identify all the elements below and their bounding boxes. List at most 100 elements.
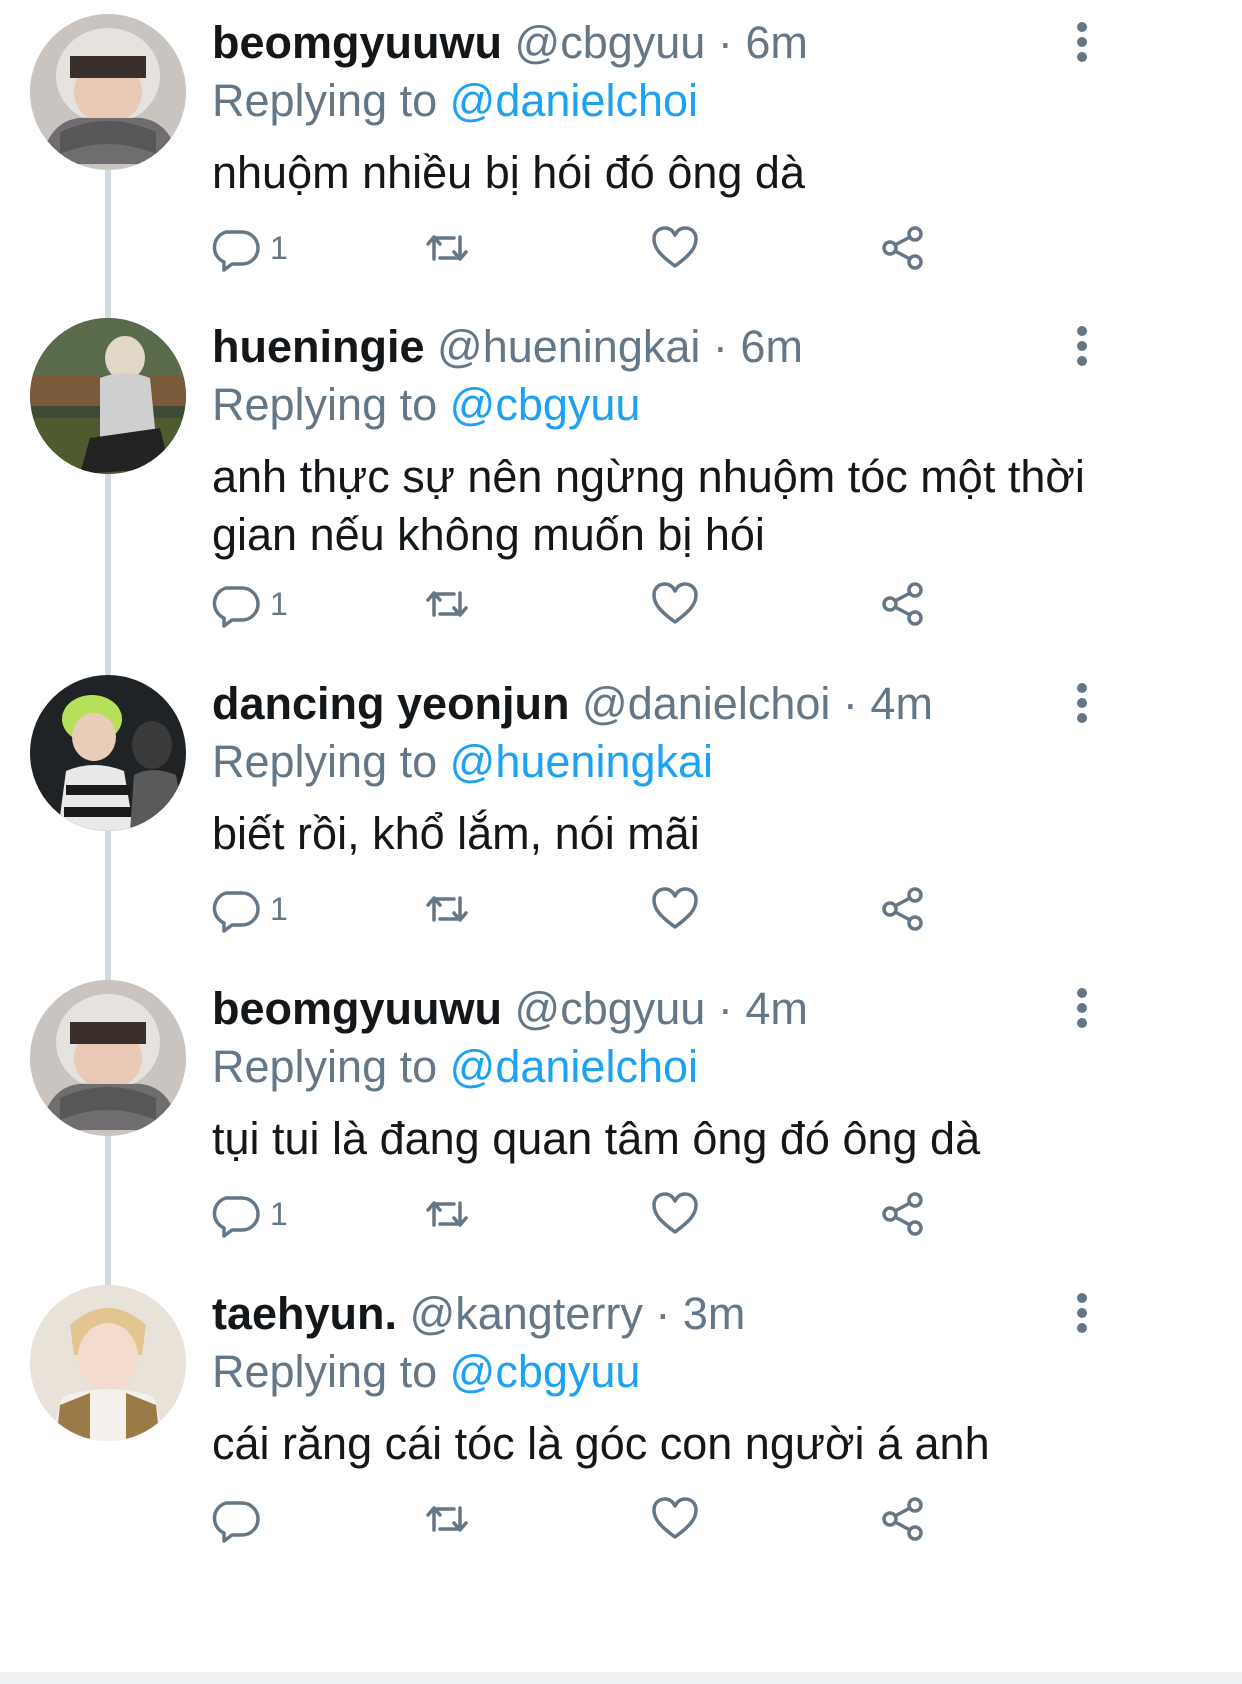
avatar[interactable] <box>30 318 186 474</box>
share-button[interactable] <box>878 879 928 939</box>
share-icon <box>882 1497 923 1541</box>
tweet-text: tụi tui là đang quan tâm ông đó ông dà <box>212 1113 981 1164</box>
timestamp[interactable]: 3m <box>683 1288 746 1339</box>
separator: · <box>842 678 858 729</box>
mention-link[interactable]: @danielchoi <box>450 1041 698 1092</box>
reply-button[interactable]: 1 <box>212 574 288 634</box>
tweet-header: hueningie @hueningkai · 6m <box>212 318 1142 376</box>
reply-button[interactable]: 1 <box>212 1184 288 1244</box>
more-options-button[interactable] <box>1072 1293 1092 1337</box>
thread-connector <box>105 465 111 677</box>
like-button[interactable] <box>650 574 700 634</box>
reply-button[interactable]: 1 <box>212 218 288 278</box>
retweet-button[interactable] <box>422 1184 472 1244</box>
timestamp[interactable]: 6m <box>745 17 808 68</box>
handle[interactable]: @danielchoi <box>582 678 830 729</box>
display-name[interactable]: beomgyuuwu <box>212 17 502 68</box>
replying-to: Replying to @danielchoi <box>212 72 1142 130</box>
retweet-button[interactable] <box>422 879 472 939</box>
share-button[interactable] <box>878 1489 928 1549</box>
retweet-icon <box>426 235 468 261</box>
replying-to: Replying to @cbgyuu <box>212 376 1142 434</box>
mention-link[interactable]: @danielchoi <box>450 75 698 126</box>
mention-link[interactable]: @cbgyuu <box>450 379 641 430</box>
retweet-icon <box>426 896 468 922</box>
like-button[interactable] <box>650 1489 700 1549</box>
reply-bubble-icon <box>212 586 260 628</box>
display-name[interactable]: taehyun. <box>212 1288 397 1339</box>
reply-bubble-icon <box>212 891 260 933</box>
more-options-button[interactable] <box>1072 22 1092 66</box>
reply-button[interactable] <box>212 1489 270 1549</box>
thread-connector <box>105 1127 111 1287</box>
share-icon <box>882 226 923 270</box>
more-vertical-icon <box>1072 683 1092 723</box>
bottom-divider <box>0 1672 1242 1684</box>
handle[interactable]: @cbgyuu <box>515 17 706 68</box>
avatar[interactable] <box>30 1285 186 1441</box>
beomgyu-avatar <box>30 980 186 1136</box>
more-vertical-icon <box>1072 1293 1092 1333</box>
replying-label: Replying to <box>212 1041 438 1092</box>
thread-connector <box>105 160 111 320</box>
avatar[interactable] <box>30 675 186 831</box>
replying-label: Replying to <box>212 75 438 126</box>
tweet-text: nhuộm nhiều bị hói đó ông dà <box>212 147 805 198</box>
handle[interactable]: @hueningkai <box>437 321 700 372</box>
retweet-button[interactable] <box>422 1489 472 1549</box>
separator: · <box>655 1288 671 1339</box>
handle[interactable]: @cbgyuu <box>515 983 706 1034</box>
more-vertical-icon <box>1072 326 1092 366</box>
replying-label: Replying to <box>212 1346 438 1397</box>
replying-label: Replying to <box>212 736 438 787</box>
more-options-button[interactable] <box>1072 988 1092 1032</box>
like-button[interactable] <box>650 879 700 939</box>
display-name[interactable]: dancing yeonjun <box>212 678 570 729</box>
tweet-header: beomgyuuwu @cbgyuu · 4m <box>212 980 1142 1038</box>
retweet-button[interactable] <box>422 218 472 278</box>
share-button[interactable] <box>878 574 928 634</box>
reply-bubble-icon <box>212 1196 260 1238</box>
like-button[interactable] <box>650 218 700 278</box>
reply-bubble-icon <box>212 1501 260 1543</box>
retweet-icon <box>426 591 468 617</box>
share-button[interactable] <box>878 1184 928 1244</box>
share-icon <box>882 582 923 626</box>
heart-icon <box>652 226 698 268</box>
share-button[interactable] <box>878 218 928 278</box>
display-name[interactable]: hueningie <box>212 321 425 372</box>
handle[interactable]: @kangterry <box>410 1288 643 1339</box>
display-name[interactable]: beomgyuuwu <box>212 983 502 1034</box>
avatar[interactable] <box>30 14 186 170</box>
reply-button[interactable]: 1 <box>212 879 288 939</box>
tweet-actions <box>212 1489 1012 1549</box>
retweet-button[interactable] <box>422 574 472 634</box>
beomgyu-avatar <box>30 14 186 170</box>
more-options-button[interactable] <box>1072 683 1092 727</box>
reply-count: 1 <box>270 890 288 927</box>
more-options-button[interactable] <box>1072 326 1092 370</box>
replying-to: Replying to @danielchoi <box>212 1038 1142 1096</box>
share-icon <box>882 887 923 931</box>
tweet-header: taehyun. @kangterry · 3m <box>212 1285 1142 1343</box>
timestamp[interactable]: 6m <box>740 321 803 372</box>
tweet-text: biết rồi, khổ lắm, nói mãi <box>212 808 700 859</box>
timestamp[interactable]: 4m <box>870 678 933 729</box>
reply-count: 1 <box>270 229 288 266</box>
avatar[interactable] <box>30 980 186 1136</box>
reply-count: 1 <box>270 585 288 622</box>
separator: · <box>717 17 733 68</box>
tweet-text: cái răng cái tóc là góc con người á anh <box>212 1418 990 1469</box>
tweet-actions: 1 <box>212 574 1012 634</box>
heart-icon <box>652 1497 698 1539</box>
reply-count: 1 <box>270 1195 288 1232</box>
mention-link[interactable]: @hueningkai <box>450 736 713 787</box>
yeonjun-avatar <box>30 675 186 831</box>
like-button[interactable] <box>650 1184 700 1244</box>
mention-link[interactable]: @cbgyuu <box>450 1346 641 1397</box>
retweet-icon <box>426 1506 468 1532</box>
timestamp[interactable]: 4m <box>745 983 808 1034</box>
tweet-text: anh thực sự nên ngừng nhuộm tóc một thời… <box>212 451 1085 560</box>
tweet-header: beomgyuuwu @cbgyuu · 6m <box>212 14 1142 72</box>
more-vertical-icon <box>1072 988 1092 1028</box>
